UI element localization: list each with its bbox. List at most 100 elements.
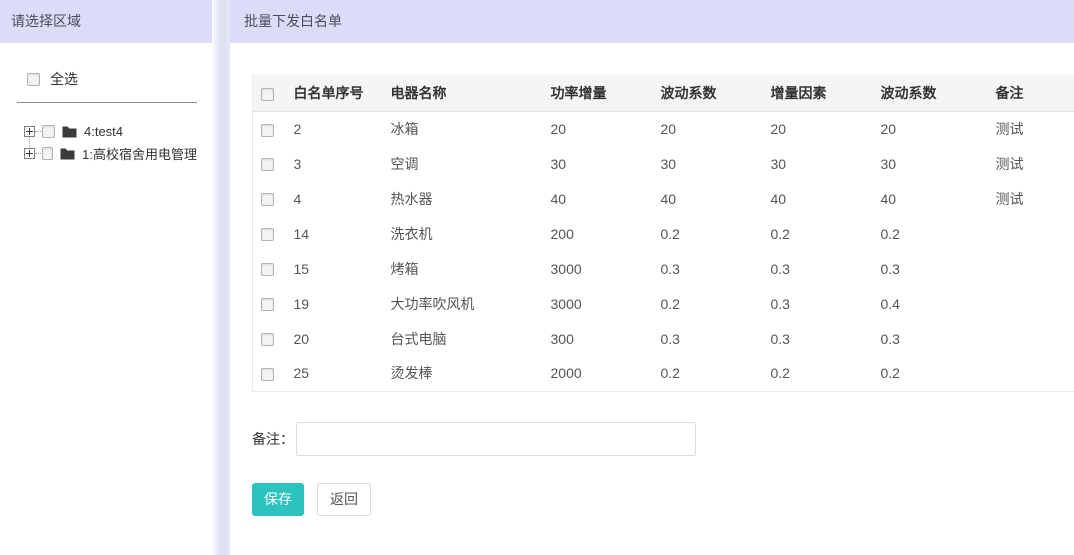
cell-whitelist-no: 2 (286, 111, 383, 146)
select-all-label: 全选 (50, 69, 78, 89)
column-header: 白名单序号 (286, 75, 383, 111)
tree-node-checkbox[interactable] (42, 125, 55, 138)
cell-power-increment: 20 (543, 111, 653, 146)
folder-icon (60, 147, 75, 160)
cell-appliance-name: 冰箱 (383, 111, 543, 146)
row-checkbox[interactable] (261, 228, 274, 241)
row-checkbox[interactable] (261, 124, 274, 137)
select-all-rows-checkbox[interactable] (261, 88, 274, 101)
cell-appliance-name: 烤箱 (383, 251, 543, 286)
tree-item[interactable]: 4:test4 (17, 120, 197, 142)
cell-fluctuation-coeff2: 0.2 (873, 356, 988, 391)
cell-remark: 测试 (988, 111, 1074, 146)
cell-whitelist-no: 3 (286, 146, 383, 181)
save-button[interactable]: 保存 (252, 483, 304, 516)
column-header: 波动系数 (873, 75, 988, 111)
cell-fluctuation-coeff: 0.2 (653, 356, 763, 391)
cell-remark: 测试 (988, 181, 1074, 216)
table-row: 2 冰箱 20 20 20 20 测试 (253, 111, 1074, 146)
cell-fluctuation-coeff2: 20 (873, 111, 988, 146)
cell-whitelist-no: 19 (286, 286, 383, 321)
cell-appliance-name: 烫发棒 (383, 356, 543, 391)
row-checkbox-cell (253, 251, 286, 286)
main-panel: 批量下发白名单 白名单序号 电器名称 功率增量 波动系 (230, 0, 1074, 555)
cell-power-increment: 3000 (543, 251, 653, 286)
cell-fluctuation-coeff: 30 (653, 146, 763, 181)
cell-fluctuation-coeff: 20 (653, 111, 763, 146)
cell-fluctuation-coeff2: 0.3 (873, 251, 988, 286)
expand-plus-icon[interactable] (24, 126, 35, 137)
cell-power-increment: 200 (543, 216, 653, 251)
cell-appliance-name: 洗衣机 (383, 216, 543, 251)
cell-fluctuation-coeff2: 40 (873, 181, 988, 216)
header-checkbox-cell (253, 75, 286, 111)
select-all-checkbox[interactable] (27, 73, 40, 86)
column-header: 波动系数 (653, 75, 763, 111)
cell-increment-factor: 0.2 (763, 216, 873, 251)
table-body: 2 冰箱 20 20 20 20 测试 3 空调 30 30 30 30 测试 … (253, 111, 1074, 391)
cell-increment-factor: 40 (763, 181, 873, 216)
cell-fluctuation-coeff: 0.2 (653, 216, 763, 251)
cell-appliance-name: 大功率吹风机 (383, 286, 543, 321)
region-tree: 4:test4 1:高校宿舍用电管理 (17, 120, 197, 164)
row-checkbox-cell (253, 146, 286, 181)
row-checkbox-cell (253, 356, 286, 391)
cell-remark: 测试 (988, 146, 1074, 181)
cell-appliance-name: 热水器 (383, 181, 543, 216)
cell-remark (988, 321, 1074, 356)
cell-whitelist-no: 20 (286, 321, 383, 356)
cell-fluctuation-coeff: 40 (653, 181, 763, 216)
tree-node-label[interactable]: 4:test4 (84, 124, 123, 139)
table-row: 3 空调 30 30 30 30 测试 (253, 146, 1074, 181)
tree-item[interactable]: 1:高校宿舍用电管理 (17, 142, 197, 164)
cell-appliance-name: 空调 (383, 146, 543, 181)
row-checkbox[interactable] (261, 263, 274, 276)
cell-remark (988, 286, 1074, 321)
sidebar-divider (17, 102, 197, 103)
cell-increment-factor: 0.3 (763, 321, 873, 356)
cell-fluctuation-coeff2: 30 (873, 146, 988, 181)
row-checkbox[interactable] (261, 333, 274, 346)
row-checkbox[interactable] (261, 158, 274, 171)
row-checkbox[interactable] (261, 193, 274, 206)
table-header-row: 白名单序号 电器名称 功率增量 波动系数 增量因素 波动系数 备注 (253, 75, 1074, 111)
cell-increment-factor: 30 (763, 146, 873, 181)
cell-fluctuation-coeff2: 0.4 (873, 286, 988, 321)
table-row: 20 台式电脑 300 0.3 0.3 0.3 (253, 321, 1074, 356)
row-checkbox-cell (253, 286, 286, 321)
button-row: 保存 返回 (252, 483, 1074, 516)
select-all-row: 全选 (17, 69, 197, 89)
panel-gap (212, 0, 230, 555)
app-window: 请选择区域 全选 4:test4 (0, 0, 1074, 555)
tree-node-checkbox[interactable] (42, 147, 53, 160)
cell-whitelist-no: 15 (286, 251, 383, 286)
column-header: 增量因素 (763, 75, 873, 111)
remark-input[interactable] (296, 422, 696, 456)
expand-plus-icon[interactable] (24, 148, 35, 159)
table-row: 25 烫发棒 2000 0.2 0.2 0.2 (253, 356, 1074, 391)
cell-remark (988, 356, 1074, 391)
page-title: 批量下发白名单 (230, 0, 1074, 43)
cell-increment-factor: 20 (763, 111, 873, 146)
cell-power-increment: 300 (543, 321, 653, 356)
region-sidebar: 请选择区域 全选 4:test4 (0, 0, 212, 555)
tree-node-label[interactable]: 1:高校宿舍用电管理 (82, 144, 197, 163)
cell-whitelist-no: 25 (286, 356, 383, 391)
folder-icon (62, 125, 77, 138)
column-header: 功率增量 (543, 75, 653, 111)
row-checkbox-cell (253, 321, 286, 356)
column-header: 电器名称 (383, 75, 543, 111)
cell-whitelist-no: 14 (286, 216, 383, 251)
remark-row: 备注： (252, 422, 1074, 456)
remark-label: 备注： (252, 429, 294, 449)
row-checkbox[interactable] (261, 368, 274, 381)
cell-remark (988, 216, 1074, 251)
row-checkbox[interactable] (261, 298, 274, 311)
cell-fluctuation-coeff2: 0.2 (873, 216, 988, 251)
table-row: 4 热水器 40 40 40 40 测试 (253, 181, 1074, 216)
cell-increment-factor: 0.3 (763, 251, 873, 286)
cell-fluctuation-coeff: 0.3 (653, 321, 763, 356)
back-button[interactable]: 返回 (317, 483, 371, 516)
tree-connector (35, 153, 41, 154)
table-row: 19 大功率吹风机 3000 0.2 0.3 0.4 (253, 286, 1074, 321)
